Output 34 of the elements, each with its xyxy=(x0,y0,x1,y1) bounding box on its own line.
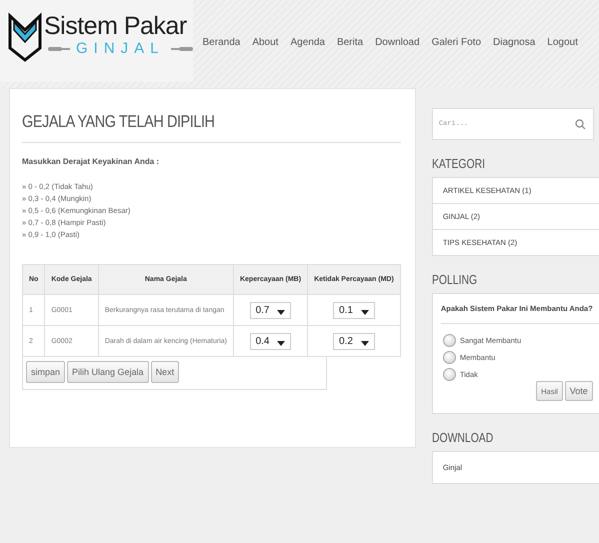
logo-title: Sistem Pakar xyxy=(44,12,188,40)
radio-button[interactable] xyxy=(442,351,456,364)
nav-link[interactable]: About xyxy=(252,37,278,48)
caret-icon xyxy=(277,340,286,346)
radio-button[interactable] xyxy=(442,334,456,347)
value-dropdown[interactable]: 0.4 xyxy=(250,332,292,350)
nav-link[interactable]: Berita xyxy=(336,37,364,48)
nav-link[interactable]: Beranda xyxy=(202,37,240,48)
section-heading: DOWNLOAD xyxy=(432,430,494,445)
caret-icon xyxy=(360,340,369,346)
nav-link[interactable]: Agenda xyxy=(290,37,325,48)
page-title: GEJALA YANG TELAH DIPILIH xyxy=(22,112,216,132)
radio-button[interactable] xyxy=(442,368,456,381)
caret-icon xyxy=(277,310,286,314)
logo-subtitle: GINJAL xyxy=(76,40,165,57)
poll-button[interactable]: Vote xyxy=(564,381,593,401)
section-heading: KATEGORI xyxy=(432,156,486,171)
instruction-text: Masukkan Derajat Keyakinan Anda : xyxy=(22,157,160,166)
plug-icon xyxy=(170,44,193,52)
section-heading: POLLING xyxy=(432,272,478,287)
nav-link[interactable]: Logout xyxy=(547,37,578,48)
nav-link[interactable]: Diagnosa xyxy=(493,37,536,48)
value-dropdown[interactable]: 0.1 xyxy=(332,302,375,318)
nav-link[interactable]: Download xyxy=(375,37,420,48)
plug-icon xyxy=(48,44,70,52)
search-icon xyxy=(574,119,586,130)
nav-link[interactable]: Galeri Foto xyxy=(432,37,482,48)
form-button[interactable]: Next xyxy=(150,361,180,383)
value-dropdown[interactable]: 0.7 xyxy=(250,302,292,318)
value-dropdown[interactable]: 0.2 xyxy=(332,332,375,350)
caret-icon xyxy=(360,310,369,314)
form-button[interactable]: simpan xyxy=(26,361,66,383)
form-button[interactable]: Pilih Ulang Gejala xyxy=(67,361,149,383)
shield-logo-icon xyxy=(8,12,42,62)
